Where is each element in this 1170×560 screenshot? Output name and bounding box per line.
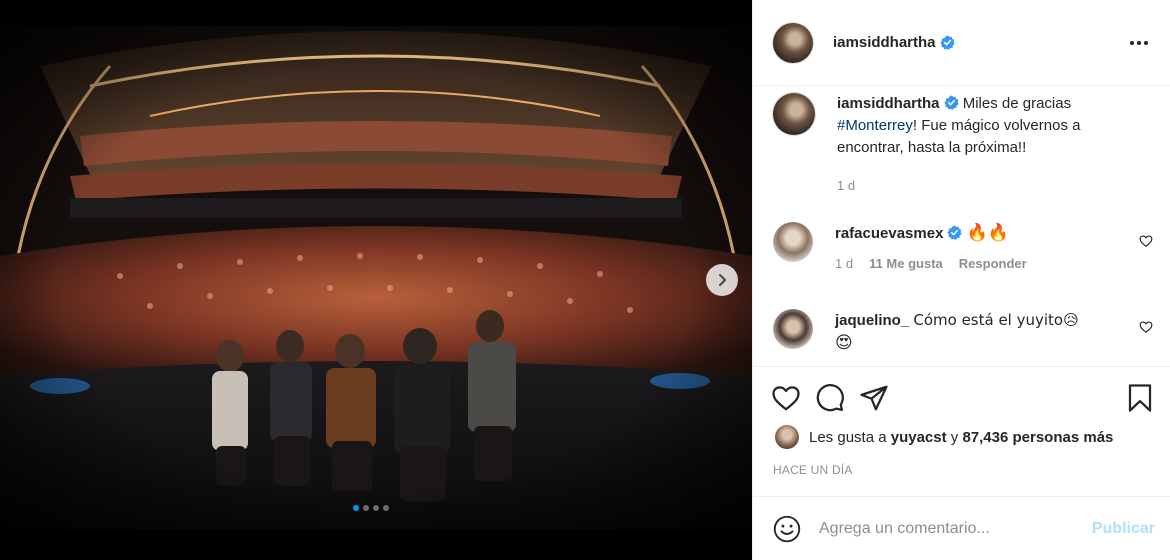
caption: iamsiddhartha Miles de gracias #Monterre… xyxy=(773,93,1163,197)
chevron-right-icon xyxy=(719,274,726,286)
concert-photo[interactable] xyxy=(0,26,752,530)
verified-badge-icon xyxy=(947,225,963,240)
save-bookmark-icon[interactable] xyxy=(1125,383,1155,413)
author-username[interactable]: iamsiddhartha xyxy=(833,34,936,51)
next-slide-button[interactable] xyxy=(706,264,738,296)
carousel-indicator xyxy=(353,505,389,511)
like-comment-heart-icon[interactable] xyxy=(1139,234,1153,248)
action-bar xyxy=(753,366,1170,428)
liker-avatar[interactable] xyxy=(775,425,799,449)
reply-button[interactable]: Responder xyxy=(959,253,1027,275)
posted-timestamp[interactable]: HACE UN DÍA xyxy=(773,463,853,477)
carousel-dot xyxy=(363,505,369,511)
post-comment-button[interactable]: Publicar xyxy=(1092,520,1155,538)
comment-text-line2: 😍 xyxy=(835,333,853,353)
carousel-dot xyxy=(353,505,359,511)
commenter-avatar[interactable] xyxy=(773,309,813,349)
more-options-icon[interactable] xyxy=(1124,35,1154,51)
verified-badge-icon xyxy=(939,35,955,50)
liker-username[interactable]: yuyacst xyxy=(891,429,947,446)
comment-composer: Publicar xyxy=(753,496,1170,560)
comments-list: iamsiddhartha Miles de gracias #Monterre… xyxy=(753,87,1170,365)
caption-time[interactable]: 1 d xyxy=(837,175,855,197)
likes-middle: y xyxy=(946,428,963,446)
carousel-dot xyxy=(383,505,389,511)
emoji-smiley-icon[interactable] xyxy=(773,515,801,543)
likes-count[interactable]: 87,436 personas más xyxy=(962,429,1113,446)
comment-item: jaquelino_ Cómo está el yuyito😥 😍 xyxy=(773,309,1163,354)
verified-badge-icon xyxy=(943,95,959,110)
comment-item: rafacuevasmex 🔥🔥 1 d 11 Me gusta Respond… xyxy=(773,222,1163,275)
carousel-dot xyxy=(373,505,379,511)
comment-bubble-icon[interactable] xyxy=(815,383,845,413)
share-paper-plane-icon[interactable] xyxy=(859,383,889,413)
post-header: iamsiddhartha xyxy=(753,0,1170,86)
comment-text: 🔥🔥 xyxy=(966,223,1009,243)
commenter-username[interactable]: rafacuevasmex xyxy=(835,225,943,242)
post-media xyxy=(0,0,752,560)
caption-avatar[interactable] xyxy=(773,93,815,135)
like-comment-heart-icon[interactable] xyxy=(1139,320,1153,334)
caption-username[interactable]: iamsiddhartha xyxy=(837,95,940,112)
hashtag-link[interactable]: #Monterrey xyxy=(837,117,913,134)
author-avatar[interactable] xyxy=(773,22,813,63)
likes-summary: Les gusta a yuyacst y 87,436 personas má… xyxy=(775,425,1113,449)
like-heart-icon[interactable] xyxy=(771,383,801,413)
comment-time[interactable]: 1 d xyxy=(835,253,853,275)
comment-likes[interactable]: 11 Me gusta xyxy=(869,253,943,275)
comment-text: Cómo está el yuyito😥 xyxy=(913,311,1079,329)
commenter-username[interactable]: jaquelino_ xyxy=(835,312,909,329)
likes-prefix: Les gusta a xyxy=(809,428,891,446)
commenter-avatar[interactable] xyxy=(773,222,813,262)
comment-input[interactable] xyxy=(819,519,1092,538)
post-side-panel: iamsiddhartha iamsiddhartha Miles de gra… xyxy=(752,0,1170,560)
caption-text: Miles de gracias xyxy=(962,95,1072,112)
